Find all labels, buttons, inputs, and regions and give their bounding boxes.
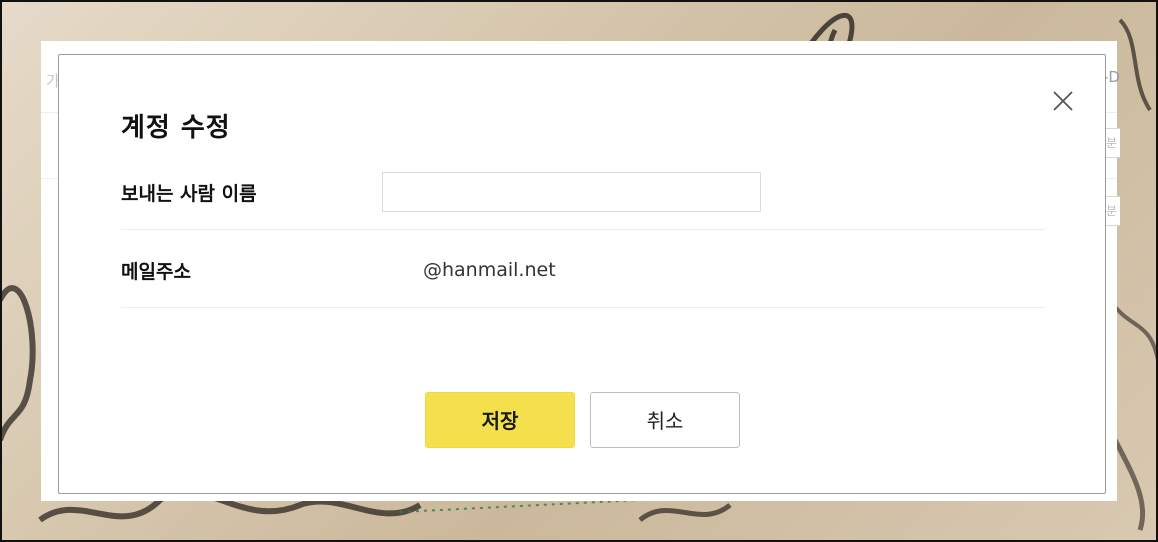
edit-account-dialog: 계정 수정 보내는 사람 이름 메일주소 @hanmail.net 저장 취소 xyxy=(58,54,1106,494)
close-button[interactable] xyxy=(1049,87,1077,115)
sender-name-label: 보내는 사람 이름 xyxy=(121,183,257,205)
close-icon xyxy=(1053,91,1073,111)
row-divider xyxy=(121,307,1045,308)
email-value: @hanmail.net xyxy=(423,259,556,281)
background-button-fragment: 분 xyxy=(1104,196,1120,226)
sender-name-input[interactable] xyxy=(382,172,761,212)
cancel-button[interactable]: 취소 xyxy=(590,392,740,448)
email-label: 메일주소 xyxy=(121,261,191,283)
background-button-fragment: 분 xyxy=(1104,128,1120,158)
save-button[interactable]: 저장 xyxy=(425,392,575,448)
dialog-title: 계정 수정 xyxy=(121,113,231,143)
row-divider xyxy=(121,229,1045,230)
